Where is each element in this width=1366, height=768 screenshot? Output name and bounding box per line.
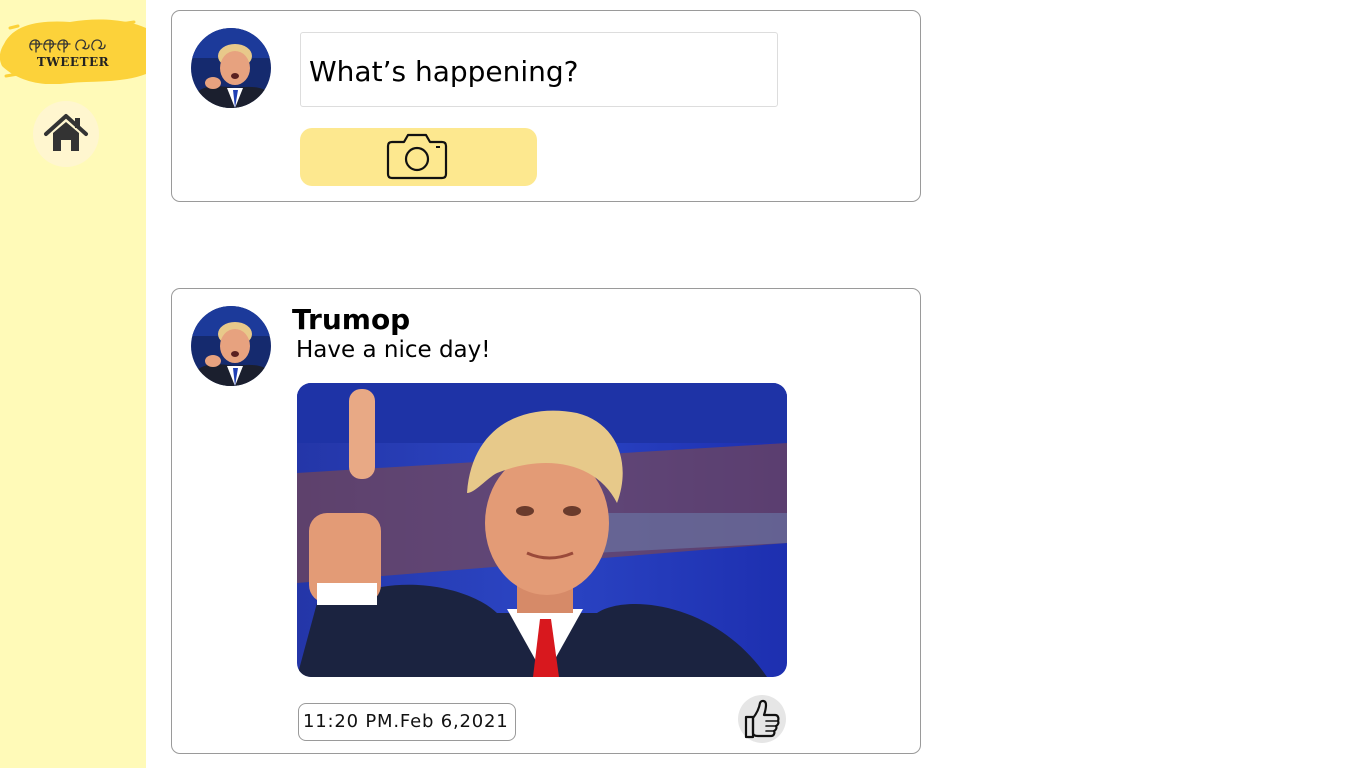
- add-photo-button[interactable]: [300, 128, 537, 186]
- post-text: Have a nice day!: [296, 337, 491, 363]
- camera-icon: [386, 133, 448, 180]
- home-icon: [44, 114, 88, 151]
- like-button[interactable]: [738, 695, 786, 743]
- thumbs-up-icon: [744, 699, 780, 739]
- tweeter-logo-icon: [0, 19, 146, 84]
- user-avatar: [191, 306, 271, 386]
- post-timestamp: 11:20 PM.Feb 6,2021: [298, 703, 516, 741]
- compose-avatar[interactable]: [191, 28, 271, 108]
- post-image[interactable]: [297, 383, 787, 677]
- post-author[interactable]: Trumop: [292, 303, 410, 336]
- sidebar: TWEETER: [0, 0, 146, 768]
- post-photo: [297, 383, 787, 677]
- app-logo[interactable]: TWEETER: [0, 14, 146, 84]
- logo-text: TWEETER: [36, 55, 110, 69]
- home-button[interactable]: [33, 101, 99, 167]
- post-avatar[interactable]: [191, 306, 271, 386]
- user-avatar: [191, 28, 271, 108]
- compose-card: [171, 10, 921, 202]
- compose-input[interactable]: [300, 32, 778, 107]
- post-card: Trumop Have a nice day! 11:20 PM.Feb 6,2…: [171, 288, 921, 754]
